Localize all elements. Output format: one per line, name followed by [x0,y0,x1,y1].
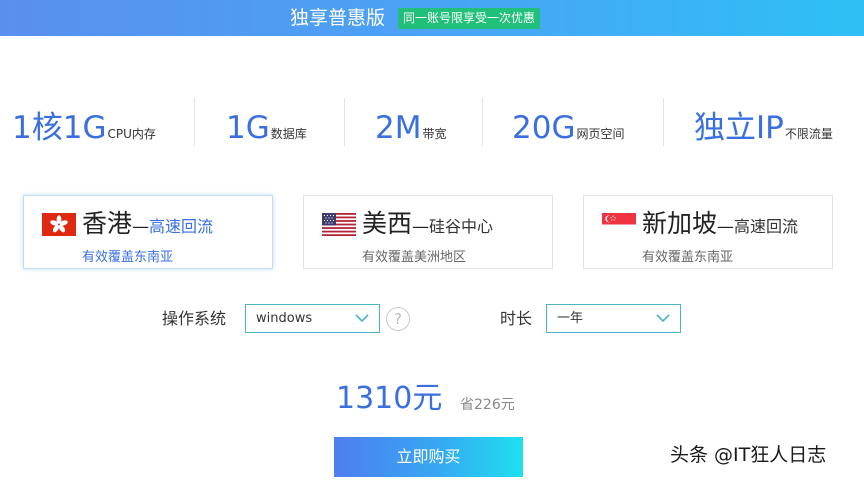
region-coverage: 有效覆盖美洲地区 [362,250,467,265]
spec-unit: 不限流量 [784,127,833,141]
spec-unit: CPU内存 [107,127,156,141]
duration-label: 时长 [500,309,533,328]
spec-divider [663,98,664,146]
os-select[interactable]: windows [245,304,380,333]
watermark: 头条 @IT狂人日志 [670,444,827,466]
savings-text: 省226元 [460,397,515,413]
specs-row: 1核1G CPU内存 1G 数据库 2M 带宽 20G 网页空间 独立IP 不限… [0,96,864,148]
region-card-singapore[interactable]: 新加坡—高速回流 有效覆盖东南亚 [583,195,833,269]
chevron-down-icon [656,314,670,323]
spec-unit: 带宽 [422,127,447,141]
singapore-flag-icon [602,213,636,236]
spec-bandwidth: 2M 带宽 [375,96,447,148]
spec-divider [194,98,195,146]
spec-divider [344,98,345,146]
buy-now-button[interactable]: 立即购买 [334,437,523,477]
region-coverage: 有效覆盖东南亚 [82,250,174,265]
spec-dedicated-ip: 独立IP 不限流量 [694,96,833,148]
duration-select[interactable]: 一年 [546,304,681,333]
os-select-value: windows [256,311,313,326]
hong-kong-flag-icon [42,213,76,236]
spec-value: 独立IP [694,110,784,146]
region-name: 香港—高速回流 [82,208,213,243]
os-label: 操作系统 [162,309,227,328]
spec-value: 1G [226,110,270,146]
region-feature: 高速回流 [149,217,214,236]
region-card-us-west[interactable]: 美西—硅谷中心 有效覆盖美洲地区 [303,195,553,269]
promo-badge: 同一账号限享受一次优惠 [398,8,541,29]
spec-value: 1核1G [12,110,107,146]
region-name: 新加坡—高速回流 [642,208,798,243]
duration-select-value: 一年 [557,311,584,326]
header-bar: 独享普惠版 同一账号限享受一次优惠 [0,0,864,36]
price-amount: 1310元 [336,381,443,416]
help-icon[interactable]: ? [386,307,410,331]
region-title: 美西 [362,209,413,238]
spec-value: 20G [512,110,576,146]
spec-cpu: 1核1G CPU内存 [12,96,156,148]
region-feature: 高速回流 [734,217,799,236]
region-dash: — [132,217,150,237]
chevron-down-icon [355,314,369,323]
usa-flag-icon [322,213,356,236]
region-feature: 硅谷中心 [429,217,494,236]
region-dash: — [412,217,430,237]
region-title: 新加坡 [642,209,718,238]
spec-unit: 数据库 [270,127,307,141]
region-title: 香港 [82,209,133,238]
spec-divider [482,98,483,146]
plan-title: 独享普惠版 [290,7,386,29]
spec-web-space: 20G 网页空间 [512,96,624,148]
region-card-hong-kong[interactable]: 香港—高速回流 有效覆盖东南亚 [23,195,273,269]
region-coverage: 有效覆盖东南亚 [642,250,734,265]
spec-value: 2M [375,110,422,146]
spec-database: 1G 数据库 [226,96,307,148]
region-dash: — [717,217,735,237]
spec-unit: 网页空间 [576,127,625,141]
region-name: 美西—硅谷中心 [362,208,493,243]
